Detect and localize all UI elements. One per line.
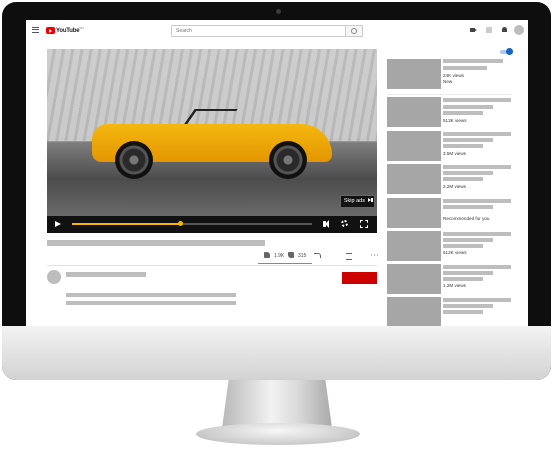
play-icon[interactable] — [55, 221, 61, 227]
sidebar-title-placeholder — [443, 105, 493, 109]
monitor-stand-base — [196, 423, 360, 445]
save-to-playlist-icon[interactable] — [346, 253, 352, 260]
logo-region: CH — [79, 26, 84, 30]
sidebar-channel-placeholder — [443, 277, 483, 281]
like-icon[interactable] — [264, 252, 270, 258]
sidebar-channel-placeholder — [443, 111, 483, 115]
sidebar-video-badge: New — [443, 79, 453, 84]
player-controls — [47, 216, 377, 233]
monitor-chin — [2, 326, 551, 380]
progress-fill — [72, 223, 180, 225]
sidebar-title-placeholder — [443, 265, 511, 269]
like-ratio-bar — [258, 263, 312, 264]
sidebar-title-placeholder — [443, 165, 511, 169]
sidebar-video-thumbnail[interactable] — [387, 231, 441, 261]
sidebar-title-placeholder — [443, 304, 493, 308]
channel-avatar[interactable] — [47, 270, 61, 284]
create-video-icon[interactable] — [470, 28, 477, 32]
webcam-dot — [276, 9, 281, 14]
sidebar-video-thumbnail[interactable] — [387, 297, 441, 326]
skip-ads-button[interactable]: Skip ads — [339, 195, 375, 208]
progress-scrubber[interactable] — [178, 221, 183, 226]
sidebar-divider — [387, 94, 511, 95]
search-icon[interactable] — [345, 26, 362, 36]
description-line-placeholder — [66, 301, 236, 305]
sidebar-video-thumbnail[interactable] — [387, 164, 441, 194]
sidebar-video-thumbnail[interactable] — [387, 198, 441, 228]
video-frame[interactable]: Skip ads — [47, 49, 377, 216]
sidebar-title-placeholder — [443, 171, 493, 175]
top-bar: YouTubeCH — [26, 20, 528, 42]
sidebar-video-thumbnail[interactable] — [387, 264, 441, 294]
sidebar-title-placeholder — [443, 59, 503, 63]
video-title-placeholder — [47, 240, 265, 246]
video-player[interactable]: Skip ads — [47, 49, 377, 233]
progress-bar[interactable] — [72, 221, 312, 226]
like-count: 1.9K — [274, 253, 285, 259]
sidebar-title-placeholder — [443, 199, 511, 203]
sidebar-title-placeholder — [443, 232, 511, 236]
fullscreen-icon[interactable] — [360, 220, 368, 228]
volume-icon[interactable] — [323, 220, 329, 228]
sidebar-title-placeholder — [443, 298, 511, 302]
sidebar-video-views: 513K views — [443, 118, 467, 123]
sidebar-channel-placeholder — [443, 66, 487, 70]
divider — [47, 265, 377, 266]
sidebar-title-placeholder — [443, 205, 493, 209]
account-avatar[interactable] — [514, 25, 524, 35]
share-icon[interactable] — [314, 253, 321, 258]
sidebar-title-placeholder — [443, 132, 511, 136]
menu-icon[interactable] — [32, 27, 39, 33]
more-options-icon[interactable] — [370, 254, 378, 256]
sidebar-video-views: 3.5M views — [443, 151, 466, 156]
dislike-icon[interactable] — [288, 252, 294, 258]
sidebar-video-thumbnail[interactable] — [387, 59, 441, 89]
sidebar-video-thumbnail[interactable] — [387, 131, 441, 161]
sidebar-video-views: 24K views — [443, 73, 464, 78]
apps-grid-icon[interactable] — [486, 27, 492, 33]
screen: YouTubeCH Skip ads — [26, 20, 528, 326]
notifications-bell-icon[interactable] — [502, 27, 507, 32]
monitor-stand-neck — [222, 380, 332, 428]
channel-name-placeholder — [66, 272, 146, 277]
sidebar-channel-placeholder — [443, 310, 483, 314]
search-box — [171, 25, 363, 37]
youtube-logo[interactable]: YouTubeCH — [56, 26, 84, 34]
subscribe-button[interactable] — [342, 272, 377, 284]
youtube-logo-icon[interactable] — [46, 27, 55, 34]
sidebar-title-placeholder — [443, 98, 511, 102]
sidebar-title-placeholder — [443, 138, 493, 142]
sidebar-video-views: 2.2M views — [443, 184, 466, 189]
sidebar-video-thumbnail[interactable] — [387, 97, 441, 127]
logo-text: YouTube — [56, 28, 80, 34]
skip-ads-label: Skip ads — [343, 198, 365, 204]
sidebar-title-placeholder — [443, 238, 493, 242]
sidebar-channel-placeholder — [443, 144, 483, 148]
car-rear-wheel — [269, 141, 307, 179]
dislike-count: 315 — [298, 253, 307, 259]
sidebar-video-views: 612K views — [443, 250, 467, 255]
sidebar-video-views: 1.2M views — [443, 283, 466, 288]
autoplay-toggle-knob[interactable] — [506, 48, 513, 55]
car-front-wheel — [115, 141, 153, 179]
sidebar-title-placeholder — [443, 271, 493, 275]
sidebar-video-recommendation: Recommended for you — [443, 216, 490, 221]
description-line-placeholder — [66, 293, 236, 297]
sidebar-channel-placeholder — [443, 244, 483, 248]
sidebar-channel-placeholder — [443, 177, 483, 181]
search-input[interactable] — [174, 26, 348, 36]
settings-gear-icon[interactable] — [341, 220, 348, 227]
